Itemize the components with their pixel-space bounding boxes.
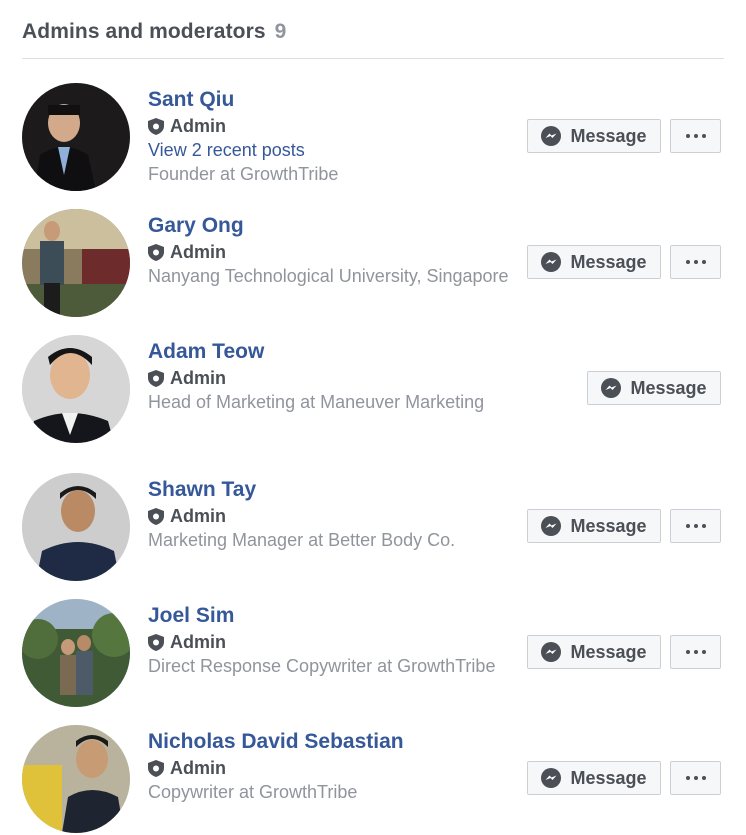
member-name[interactable]: Nicholas David Sebastian: [148, 729, 404, 755]
role-row: Admin: [148, 366, 484, 390]
messenger-icon: [541, 126, 562, 146]
role-label: Admin: [170, 632, 226, 652]
message-button-label: Message: [570, 515, 647, 536]
more-options-icon: [685, 776, 706, 780]
member-row: Adam Teow Admin Head of Marketing at Man…: [22, 335, 724, 445]
role-label: Admin: [170, 506, 226, 526]
member-name[interactable]: Gary Ong: [148, 213, 509, 239]
shield-icon: [148, 369, 164, 387]
more-options-button[interactable]: [670, 119, 721, 153]
message-button[interactable]: Message: [527, 509, 661, 543]
section-title: Admins and moderators 9: [22, 20, 286, 44]
role-label: Admin: [170, 758, 226, 778]
member-name[interactable]: Joel Sim: [148, 603, 495, 629]
member-detail: Nanyang Technological University, Singap…: [148, 266, 509, 286]
role-row: Admin: [148, 756, 404, 780]
message-button[interactable]: Message: [527, 119, 661, 153]
message-button-label: Message: [570, 125, 647, 146]
member-detail: Founder at GrowthTribe: [148, 164, 339, 184]
shield-icon: [148, 117, 164, 135]
more-options-icon: [685, 650, 706, 654]
avatar[interactable]: [22, 725, 130, 833]
role-row: Admin: [148, 114, 338, 138]
recent-posts-link[interactable]: View 2 recent posts: [148, 138, 338, 162]
more-options-button[interactable]: [670, 509, 721, 543]
member-detail: Head of Marketing at Maneuver Marketing: [148, 392, 485, 412]
messenger-icon: [601, 378, 622, 398]
messenger-icon: [541, 252, 562, 272]
avatar[interactable]: [22, 473, 130, 581]
member-name[interactable]: Sant Qiu: [148, 87, 338, 113]
member-row: Sant Qiu Admin View 2 recent posts Found…: [22, 83, 724, 193]
role-row: Admin: [148, 504, 455, 528]
role-row: Admin: [148, 240, 509, 264]
avatar[interactable]: [22, 335, 130, 443]
more-options-button[interactable]: [670, 761, 721, 795]
messenger-icon: [541, 642, 562, 662]
member-detail: Direct Response Copywriter at GrowthTrib…: [148, 656, 496, 676]
divider: [22, 58, 724, 59]
message-button-label: Message: [570, 641, 647, 662]
message-button[interactable]: Message: [527, 635, 661, 669]
member-row: Gary Ong Admin Nanyang Technological Uni…: [22, 209, 724, 319]
member-count: 9: [274, 20, 287, 43]
more-options-button[interactable]: [670, 245, 721, 279]
shield-icon: [148, 759, 164, 777]
more-options-icon: [685, 260, 706, 264]
avatar[interactable]: [22, 209, 130, 317]
message-button[interactable]: Message: [527, 761, 661, 795]
message-button[interactable]: Message: [587, 371, 721, 405]
role-row: Admin: [148, 630, 495, 654]
role-label: Admin: [170, 242, 226, 262]
message-button-label: Message: [570, 251, 647, 272]
member-detail: Copywriter at GrowthTribe: [148, 782, 358, 802]
avatar[interactable]: [22, 599, 130, 707]
member-detail: Marketing Manager at Better Body Co.: [148, 530, 456, 550]
role-label: Admin: [170, 368, 226, 388]
section-title-text: Admins and moderators: [22, 20, 266, 43]
message-button-label: Message: [570, 767, 647, 788]
shield-icon: [148, 507, 164, 525]
member-row: Shawn Tay Admin Marketing Manager at Bet…: [22, 473, 724, 583]
shield-icon: [148, 633, 164, 651]
member-row: Nicholas David Sebastian Admin Copywrite…: [22, 725, 724, 835]
more-options-button[interactable]: [670, 635, 721, 669]
message-button[interactable]: Message: [527, 245, 661, 279]
message-button-label: Message: [630, 377, 707, 398]
avatar[interactable]: [22, 83, 130, 191]
more-options-icon: [685, 134, 706, 138]
more-options-icon: [685, 524, 706, 528]
member-name[interactable]: Shawn Tay: [148, 477, 455, 503]
shield-icon: [148, 243, 164, 261]
member-row: Joel Sim Admin Direct Response Copywrite…: [22, 599, 724, 709]
messenger-icon: [541, 516, 562, 536]
role-label: Admin: [170, 116, 226, 136]
messenger-icon: [541, 768, 562, 788]
member-name[interactable]: Adam Teow: [148, 339, 484, 365]
